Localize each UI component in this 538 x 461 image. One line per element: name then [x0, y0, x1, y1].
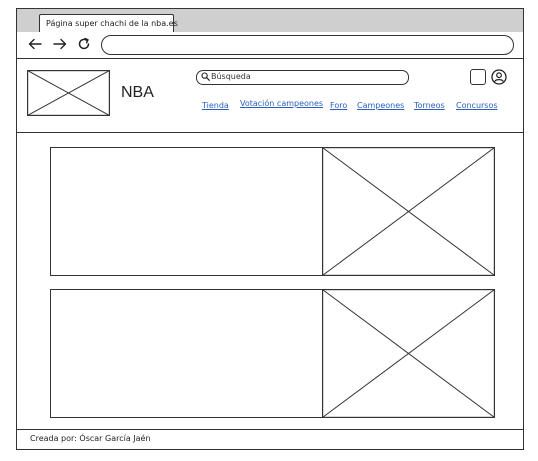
- footer-credit: Creada por: Óscar García Jaén: [30, 434, 151, 443]
- browser-tab[interactable]: Página super chachi de la nba.es: [39, 14, 178, 32]
- user-icon: [491, 69, 507, 85]
- user-button[interactable]: [491, 69, 507, 85]
- arrow-right-icon: [53, 38, 67, 50]
- menu-item-votacion-campeones[interactable]: Votación campeones: [240, 99, 323, 108]
- content-card[interactable]: [50, 289, 496, 419]
- logo-placeholder: [27, 70, 111, 116]
- menu-item-foro[interactable]: Foro: [330, 101, 347, 110]
- menu-item-tienda[interactable]: Tienda: [202, 101, 229, 110]
- image-placeholder: [322, 147, 496, 277]
- back-button[interactable]: [28, 38, 42, 53]
- header-divider: [17, 132, 523, 133]
- content-card[interactable]: [50, 147, 496, 277]
- menu-item-concursos[interactable]: Concursos: [456, 101, 498, 110]
- address-bar[interactable]: [101, 35, 514, 55]
- menu-item-torneos[interactable]: Torneos: [414, 101, 445, 110]
- card-text-placeholder: [50, 147, 322, 276]
- arrow-left-icon: [28, 38, 42, 50]
- menu-item-campeones[interactable]: Campeones: [357, 101, 404, 110]
- search-input[interactable]: Búsqueda: [196, 70, 409, 85]
- search-icon: [201, 72, 210, 81]
- search-placeholder: Búsqueda: [211, 72, 251, 81]
- site-title: NBA: [121, 84, 154, 101]
- forward-button[interactable]: [53, 38, 67, 53]
- image-placeholder: [322, 289, 496, 419]
- footer-divider: [17, 429, 523, 430]
- checkbox-icon[interactable]: [470, 69, 486, 85]
- reload-icon: [78, 37, 90, 50]
- reload-button[interactable]: [77, 37, 91, 54]
- card-text-placeholder: [50, 289, 322, 418]
